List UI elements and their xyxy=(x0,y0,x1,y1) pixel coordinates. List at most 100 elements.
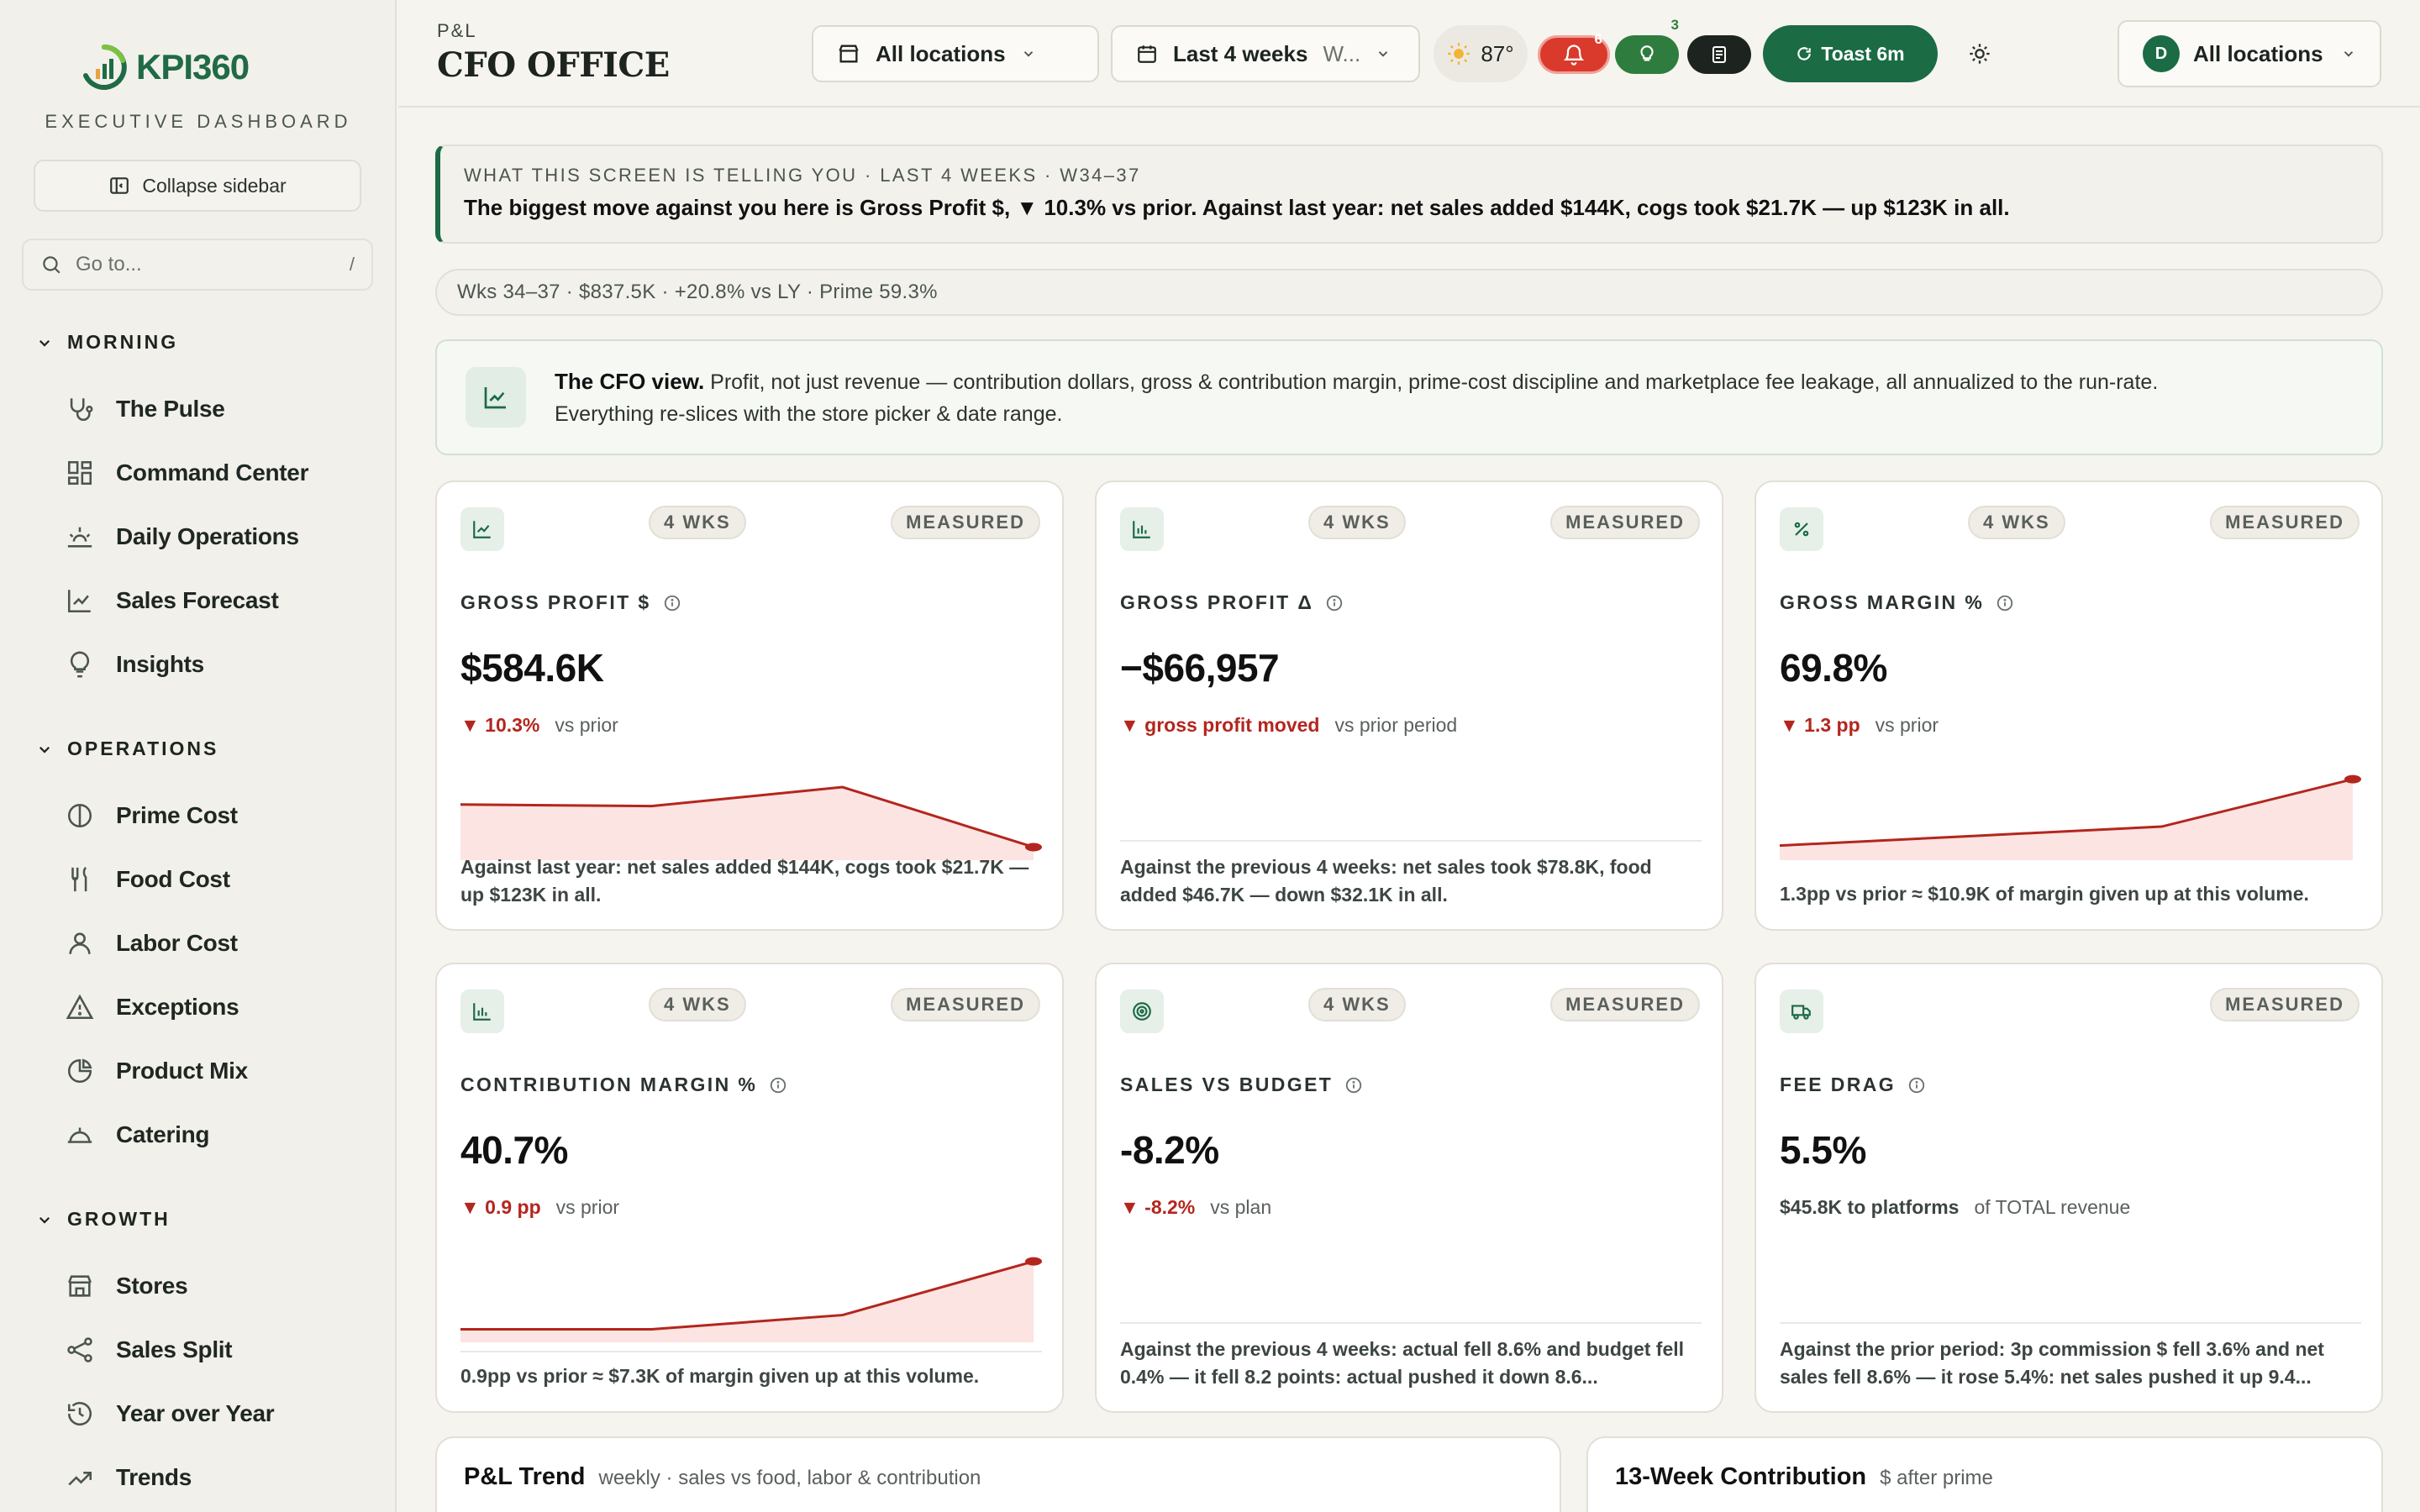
avatar: D xyxy=(2143,35,2180,72)
period-tag: 4 WKS xyxy=(649,988,746,1021)
card-value: 40.7% xyxy=(460,1128,568,1172)
sidebar-item-daily-operations[interactable]: Daily Operations xyxy=(66,522,299,551)
collapse-sidebar-button[interactable]: Collapse sidebar xyxy=(34,160,361,212)
bell-icon xyxy=(1563,45,1585,66)
insight-text: The biggest move against you here is Gro… xyxy=(464,195,2010,220)
kpi-card-sales-vs-budget[interactable]: 4 WKS MEASURED SALES VS BUDGET -8.2% ▼ -… xyxy=(1095,963,1723,1413)
sidebar-item-label: Command Center xyxy=(116,459,309,486)
sidebar-item-prime-cost[interactable]: Prime Cost xyxy=(66,801,238,830)
tips-button[interactable]: 3 xyxy=(1615,17,1679,74)
share-icon xyxy=(67,1337,92,1362)
sidebar-item-trends[interactable]: Trends xyxy=(66,1463,192,1492)
info-icon[interactable] xyxy=(769,1076,787,1095)
sidebar-item-insights[interactable]: Insights xyxy=(66,650,204,679)
kpi-card-gross-profit-delta[interactable]: 4 WKS MEASURED GROSS PROFIT Δ −$66,957 ▼… xyxy=(1095,480,1723,931)
card-value: -8.2% xyxy=(1120,1128,1219,1172)
warning-icon xyxy=(66,994,94,1020)
panel-subtitle: $ after prime xyxy=(1880,1467,1993,1489)
sidebar-item-sales-split[interactable]: Sales Split xyxy=(66,1336,233,1364)
delta-context: vs prior xyxy=(1875,714,1939,736)
store-icon xyxy=(68,1275,92,1297)
goto-shortcut: / xyxy=(349,254,355,275)
goto-search-input[interactable]: Go to... / xyxy=(22,239,373,291)
theme-toggle-button[interactable] xyxy=(1963,37,1996,71)
line-chart-icon xyxy=(484,387,506,409)
kpi-card-gross-margin[interactable]: 4 WKS MEASURED GROSS MARGIN % 69.8% ▼ 1.… xyxy=(1754,480,2383,931)
card-icon xyxy=(1780,990,1823,1033)
card-label: GROSS PROFIT $ xyxy=(460,591,681,614)
card-label: FEE DRAG xyxy=(1780,1074,1926,1096)
sidebar-item-catering[interactable]: Catering xyxy=(66,1121,209,1149)
delta-value: ▼ 1.3 pp xyxy=(1780,714,1860,736)
card-label: GROSS PROFIT Δ xyxy=(1120,591,1344,614)
line-chart-icon xyxy=(67,590,91,613)
sparkline xyxy=(460,785,1042,860)
toast-sync-button[interactable]: Toast 6m xyxy=(1763,25,1938,82)
nav-section-operations[interactable]: OPERATIONS xyxy=(37,738,218,760)
card-note: 0.9pp vs prior ≈ $7.3K of margin given u… xyxy=(460,1365,980,1387)
percent-icon xyxy=(1794,522,1809,537)
page-title: CFO OFFICE xyxy=(437,45,670,85)
card-delta: $45.8K to platforms of TOTAL revenue xyxy=(1780,1196,2130,1219)
pie-chart-icon xyxy=(67,1058,92,1084)
bar-chart-icon xyxy=(1133,521,1150,538)
sidebar-item-label: Daily Operations xyxy=(116,523,299,549)
card-label-text: CONTRIBUTION MARGIN % xyxy=(460,1074,758,1095)
location-select-value: All locations xyxy=(876,40,1006,66)
kpi-card-contribution-margin[interactable]: 4 WKS MEASURED CONTRIBUTION MARGIN % 40.… xyxy=(435,963,1064,1413)
sidebar-item-year-over-year[interactable]: Year over Year xyxy=(66,1399,275,1428)
sidebar-item-sales-forecast[interactable]: Sales Forecast xyxy=(66,586,279,615)
nav-section-growth[interactable]: GROWTH xyxy=(37,1208,171,1231)
pl-trend-panel[interactable]: P&L Trend weekly · sales vs food, labor … xyxy=(435,1436,1561,1512)
alerts-count: 6 xyxy=(1594,31,1602,47)
chevron-down-icon xyxy=(39,1216,50,1224)
bar-chart-icon xyxy=(473,1003,491,1021)
period-tag: 4 WKS xyxy=(1308,506,1406,539)
sidebar-item-label: The Pulse xyxy=(116,396,225,422)
brand-logo[interactable]: KPI360 xyxy=(79,42,250,92)
card-delta: ▼ 0.9 pp vs prior xyxy=(460,1196,619,1219)
cfo-view-line1: Profit, not just revenue — contribution … xyxy=(710,370,2159,394)
nav-section-morning[interactable]: MORNING xyxy=(37,331,178,354)
kpi-card-gross-profit[interactable]: 4 WKS MEASURED GROSS PROFIT $ $584.6K ▼ … xyxy=(435,480,1064,931)
info-icon[interactable] xyxy=(1344,1076,1363,1095)
sun-icon xyxy=(1448,43,1470,65)
sidebar-item-command-center[interactable]: Command Center xyxy=(66,459,308,487)
cfo-view-text: The CFO view. Profit, not just revenue —… xyxy=(555,365,2158,430)
sidebar-item-label: Sales Split xyxy=(116,1336,233,1362)
report-button[interactable] xyxy=(1687,35,1751,74)
sidebar-item-exceptions[interactable]: Exceptions xyxy=(66,993,239,1021)
contribution-13wk-panel[interactable]: 13-Week Contribution $ after prime xyxy=(1586,1436,2383,1512)
card-icon xyxy=(460,507,504,551)
measured-tag: MEASURED xyxy=(1550,988,1700,1021)
user-location-menu[interactable]: D All locations xyxy=(2118,20,2381,87)
insight-kicker: WHAT THIS SCREEN IS TELLING YOU · LAST 4… xyxy=(464,165,1141,186)
info-icon[interactable] xyxy=(1325,594,1344,612)
location-select[interactable]: All locations xyxy=(812,25,1099,82)
date-range-suffix: W... xyxy=(1323,40,1361,66)
cloche-icon xyxy=(67,1127,92,1143)
search-icon xyxy=(43,256,60,274)
history-icon xyxy=(67,1402,92,1426)
delta-value: ▼ gross profit moved xyxy=(1120,714,1320,736)
sidebar-item-label: Labor Cost xyxy=(116,930,238,956)
temperature: 87° xyxy=(1481,40,1514,66)
sidebar-item-product-mix[interactable]: Product Mix xyxy=(66,1057,248,1085)
date-range-select[interactable]: Last 4 weeks W... xyxy=(1111,25,1420,82)
card-label: GROSS MARGIN % xyxy=(1780,591,2014,614)
kpi-card-fee-drag[interactable]: MEASURED FEE DRAG 5.5% $45.8K to platfor… xyxy=(1754,963,2383,1413)
info-icon[interactable] xyxy=(663,594,681,612)
alerts-button[interactable]: 6 xyxy=(1538,31,1610,74)
sparkline-area xyxy=(1780,779,2353,860)
sidebar-item-the-pulse[interactable]: The Pulse xyxy=(66,395,225,423)
info-icon[interactable] xyxy=(1907,1076,1926,1095)
weather-widget[interactable]: 87° xyxy=(1434,25,1528,82)
sidebar-item-food-cost[interactable]: Food Cost xyxy=(66,865,230,894)
top-bar: P&L CFO OFFICE All locations Last 4 week… xyxy=(398,0,2420,108)
info-icon[interactable] xyxy=(1996,594,2014,612)
card-note: Against last year: net sales added $144K… xyxy=(460,856,1029,906)
sidebar: KPI360 EXECUTIVE DASHBOARD Collapse side… xyxy=(0,0,397,1512)
sidebar-item-stores[interactable]: Stores xyxy=(66,1272,188,1300)
sidebar-item-labor-cost[interactable]: Labor Cost xyxy=(66,929,238,958)
card-delta: ▼ 10.3% vs prior xyxy=(460,714,618,737)
